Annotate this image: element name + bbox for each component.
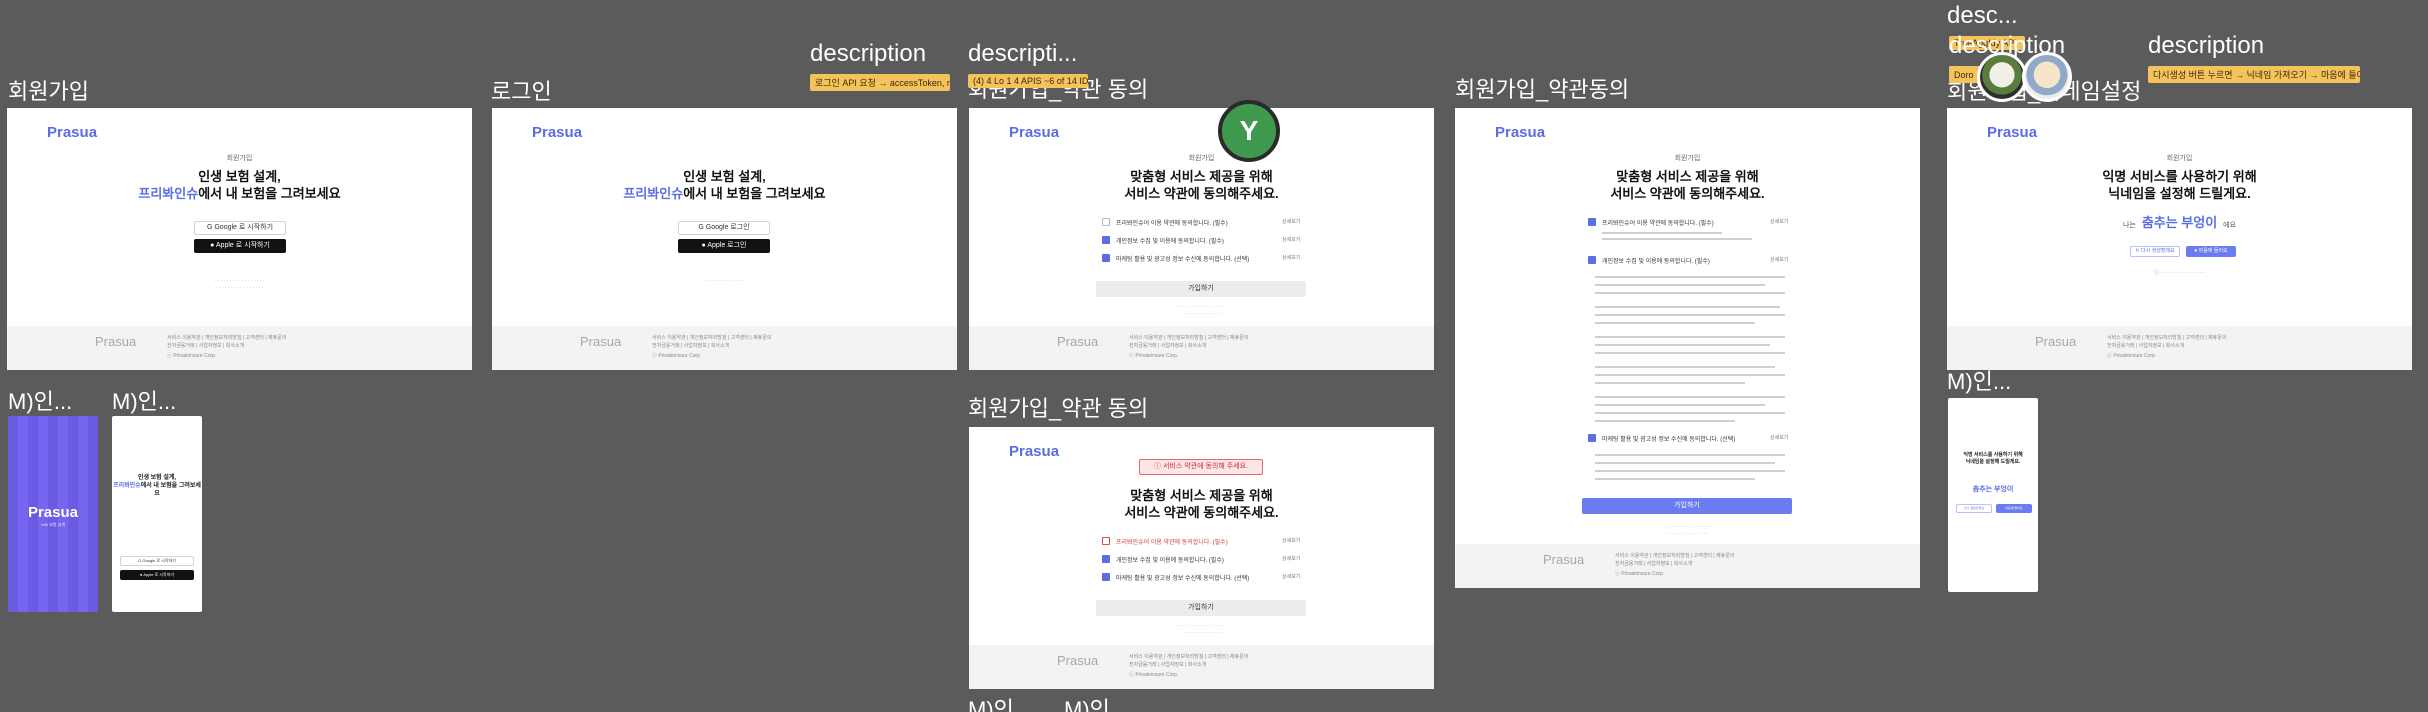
- brand-logo: Prasua: [532, 124, 583, 141]
- agree-row-marketing[interactable]: 마케팅 활용 및 광고성 정보 수신에 동의합니다. (선택) 상세보기: [1102, 254, 1302, 264]
- agree-row-privacy[interactable]: 개인정보 수집 및 이용에 동의합니다. (필수) 상세보기: [1102, 555, 1302, 565]
- mobile-nickname-frame[interactable]: 익명 서비스를 사용하기 위해 닉네임을 설정해 드릴게요. 춤추는 부엉이 다…: [1948, 398, 2038, 592]
- collaborator-avatar-2[interactable]: [2022, 52, 2072, 102]
- step-label: 회원가입: [226, 155, 253, 162]
- apple-login-button[interactable]: ● Apple 로그인: [678, 239, 770, 253]
- description-label-1[interactable]: description: [810, 40, 926, 68]
- agree-frame-expanded[interactable]: Prasua 회원가입 맞춤형 서비스 제공을 위해 서비스 약관에 동의해주세…: [1455, 108, 1920, 588]
- signup-submit-button[interactable]: 가입하기: [1096, 281, 1306, 297]
- checkbox[interactable]: [1102, 236, 1110, 244]
- nickname-fine-print: ⓘ · · · · · · · · · · · · · · ·: [2154, 270, 2205, 276]
- checkbox[interactable]: [1102, 537, 1110, 545]
- page-heading: 맞춤형 서비스 제공을 위해 서비스 약관에 동의해주세요.: [1610, 169, 1765, 201]
- apple-start-button[interactable]: ● Apple 로 시작하기: [194, 239, 286, 253]
- checkbox[interactable]: [1102, 254, 1110, 262]
- description-label-5[interactable]: description: [2148, 32, 2264, 60]
- frame-label-mobile2[interactable]: M)인...: [112, 384, 176, 416]
- mobile-brand-sub: with 보험 설계: [40, 522, 66, 527]
- signup-frame[interactable]: Prasua 회원가입 인생 보험 설계, 프리봐인슈에서 내 보험을 그려보세…: [7, 108, 472, 370]
- mobile-like-button[interactable]: 마음에 들어요: [1996, 504, 2032, 513]
- page-heading: 맞춤형 서비스 제공을 위해 서비스 약관에 동의해주세요.: [1124, 169, 1279, 201]
- frame-label-signup[interactable]: 회원가입: [8, 74, 89, 106]
- step-label: 회원가입: [2166, 155, 2193, 162]
- collaborator-avatar-y[interactable]: Y: [1218, 100, 1280, 162]
- footer: Prasua 서비스 이용약관 | 개인정보처리방침 | 고객센터 | 제휴문의…: [7, 326, 472, 370]
- agree-row-terms[interactable]: 프리봐인슈어 이용 약관에 동의합니다. (필수) 상세보기: [1102, 218, 1302, 228]
- brand-logo: Prasua: [1009, 124, 1060, 141]
- description-note-1[interactable]: 로그인 API 요청 → accessToken, nickname: [810, 74, 950, 91]
- signup-submit-button[interactable]: 가입하기: [1582, 498, 1792, 514]
- error-banner: ⓘ 서비스 약관에 동의해 주세요.: [1139, 459, 1263, 475]
- like-button[interactable]: ♥ 마음에 들어요: [2186, 246, 2236, 257]
- frame-label-agree2[interactable]: 회원가입_약관동의: [1455, 72, 1629, 104]
- login-fine-print: · · · · · · · · · · · · ·: [705, 278, 744, 284]
- footer: Prasua 서비스 이용약관 | 개인정보처리방침 | 고객센터 | 제휴문의…: [1455, 544, 1920, 588]
- page-heading: 인생 보험 설계, 프리봐인슈에서 내 보험을 그려보세요: [138, 169, 341, 201]
- checkbox[interactable]: [1588, 434, 1596, 442]
- checkbox[interactable]: [1102, 573, 1110, 581]
- google-login-button[interactable]: G Google 로그인: [678, 221, 770, 235]
- frame-label-login[interactable]: 로그인: [491, 74, 552, 106]
- frame-label-mobile5[interactable]: M)인...: [1064, 692, 1128, 712]
- agree-row-terms[interactable]: 프리봐인슈어 이용 약관에 동의합니다. (필수) 상세보기: [1102, 537, 1302, 547]
- nickname-frame[interactable]: Prasua 회원가입 익명 서비스를 사용하기 위해 닉네임을 설정해 드릴게…: [1947, 108, 2412, 370]
- agree-row-privacy[interactable]: 개인정보 수집 및 이용에 동의합니다. (필수) 상세보기: [1102, 236, 1302, 246]
- agree-fine-print: · · · · · · · · · · · · · · · · · · · · ·…: [1662, 524, 1713, 537]
- agree-frame-1[interactable]: Prasua 회원가입 맞춤형 서비스 제공을 위해 서비스 약관에 동의해주세…: [969, 108, 1434, 370]
- checkbox[interactable]: [1588, 256, 1596, 264]
- agree-row-terms[interactable]: 프리봐인슈어 이용 약관에 동의합니다. (필수) 상세보기: [1588, 218, 1788, 228]
- agree-row-marketing[interactable]: 마케팅 활용 및 광고성 정보 수신에 동의합니다. (선택) 상세보기: [1102, 573, 1302, 583]
- frame-label-agree3[interactable]: 회원가입_약관 동의: [968, 391, 1148, 423]
- mobile-google-button[interactable]: G Google 로 시작하기: [120, 556, 194, 566]
- description-note-2[interactable]: (4) 4 Lo 1 4 APIS ~6 of 14 ID(4): [968, 74, 1088, 88]
- page-heading: 맞춤형 서비스 제공을 위해 서비스 약관에 동의해주세요.: [1124, 488, 1279, 520]
- footer: Prasua 서비스 이용약관 | 개인정보처리방침 | 고객센터 | 제휴문의…: [492, 326, 957, 370]
- mobile-regenerate-button[interactable]: 다시 생성할래요: [1956, 504, 1992, 513]
- brand-logo: Prasua: [1009, 443, 1060, 460]
- agree-fine-print: · · · · · · · · · · · · · · · · · · · · ·…: [1176, 304, 1227, 317]
- description-label-2[interactable]: descripti...: [968, 40, 1077, 68]
- login-frame[interactable]: Prasua 인생 보험 설계, 프리봐인슈에서 내 보험을 그려보세요 G G…: [492, 108, 957, 370]
- description-label-3[interactable]: desc...: [1947, 2, 2018, 30]
- regenerate-button[interactable]: ↻ 다시 생성할래요: [2130, 246, 2180, 257]
- page-heading: 익명 서비스를 사용하기 위해 닉네임을 설정해 드릴게요.: [2102, 169, 2257, 201]
- frame-label-mobile1[interactable]: M)인...: [8, 384, 72, 416]
- agree-row-privacy[interactable]: 개인정보 수집 및 이용에 동의합니다. (필수) 상세보기: [1588, 256, 1788, 266]
- mobile-nick-value: 춤추는 부엉이: [1972, 486, 2014, 493]
- mobile-signup-frame[interactable]: 인생 보험 설계, 프리봐인슈에서 내 보험을 그려보세요 G Google 로…: [112, 416, 202, 612]
- checkbox[interactable]: [1588, 218, 1596, 226]
- agree-frame-error[interactable]: Prasua ⓘ 서비스 약관에 동의해 주세요. 맞춤형 서비스 제공을 위해…: [969, 427, 1434, 689]
- brand-logo: Prasua: [47, 124, 98, 141]
- checkbox[interactable]: [1102, 218, 1110, 226]
- mobile-splash-frame[interactable]: Prasua with 보험 설계: [8, 416, 98, 612]
- google-start-button[interactable]: G Google 로 시작하기: [194, 221, 286, 235]
- terms-fine-print: · · · · · · · · · · · · · · · · · · · · ·…: [214, 278, 265, 291]
- step-label: 회원가입: [1674, 155, 1701, 162]
- mobile-brand-logo: Prasua: [27, 504, 79, 521]
- brand-logo: Prasua: [1495, 124, 1546, 141]
- signup-submit-button[interactable]: 가입하기: [1096, 600, 1306, 616]
- page-heading: 인생 보험 설계, 프리봐인슈에서 내 보험을 그려보세요: [623, 169, 826, 201]
- step-label: 회원가입: [1188, 155, 1215, 162]
- alert-icon: ⓘ: [1153, 463, 1163, 470]
- brand-logo: Prasua: [1987, 124, 2038, 141]
- mobile-apple-button[interactable]: ● Apple 로 시작하기: [120, 570, 194, 580]
- collaborator-avatar-1[interactable]: [1977, 52, 2027, 102]
- frame-label-mobile4[interactable]: M)인...: [968, 692, 1032, 712]
- mobile-nick-heading: 익명 서비스를 사용하기 위해 닉네임을 설정해 드릴게요.: [1963, 452, 2023, 465]
- mobile-heading: 인생 보험 설계, 프리봐인슈에서 내 보험을 그려보세요: [113, 475, 201, 497]
- google-icon: G: [698, 224, 706, 231]
- agree-row-marketing[interactable]: 마케팅 활용 및 광고성 정보 수신에 동의합니다. (선택) 상세보기: [1588, 434, 1788, 444]
- nickname-display: 나는 춤추는 부엉이 에요: [2122, 215, 2237, 230]
- footer: Prasua 서비스 이용약관 | 개인정보처리방침 | 고객센터 | 제휴문의…: [969, 326, 1434, 370]
- footer: Prasua 서비스 이용약관 | 개인정보처리방침 | 고객센터 | 제휴문의…: [969, 645, 1434, 689]
- description-note-5[interactable]: 다시생성 버튼 누르면 → 닉네임 가져오기 → 마음에 들어요 눌러야 저장: [2148, 66, 2360, 83]
- agree-fine-print: · · · · · · · · · · · · · · · · · · · · ·…: [1176, 623, 1227, 636]
- footer: Prasua 서비스 이용약관 | 개인정보처리방침 | 고객센터 | 제휴문의…: [1947, 326, 2412, 370]
- checkbox[interactable]: [1102, 555, 1110, 563]
